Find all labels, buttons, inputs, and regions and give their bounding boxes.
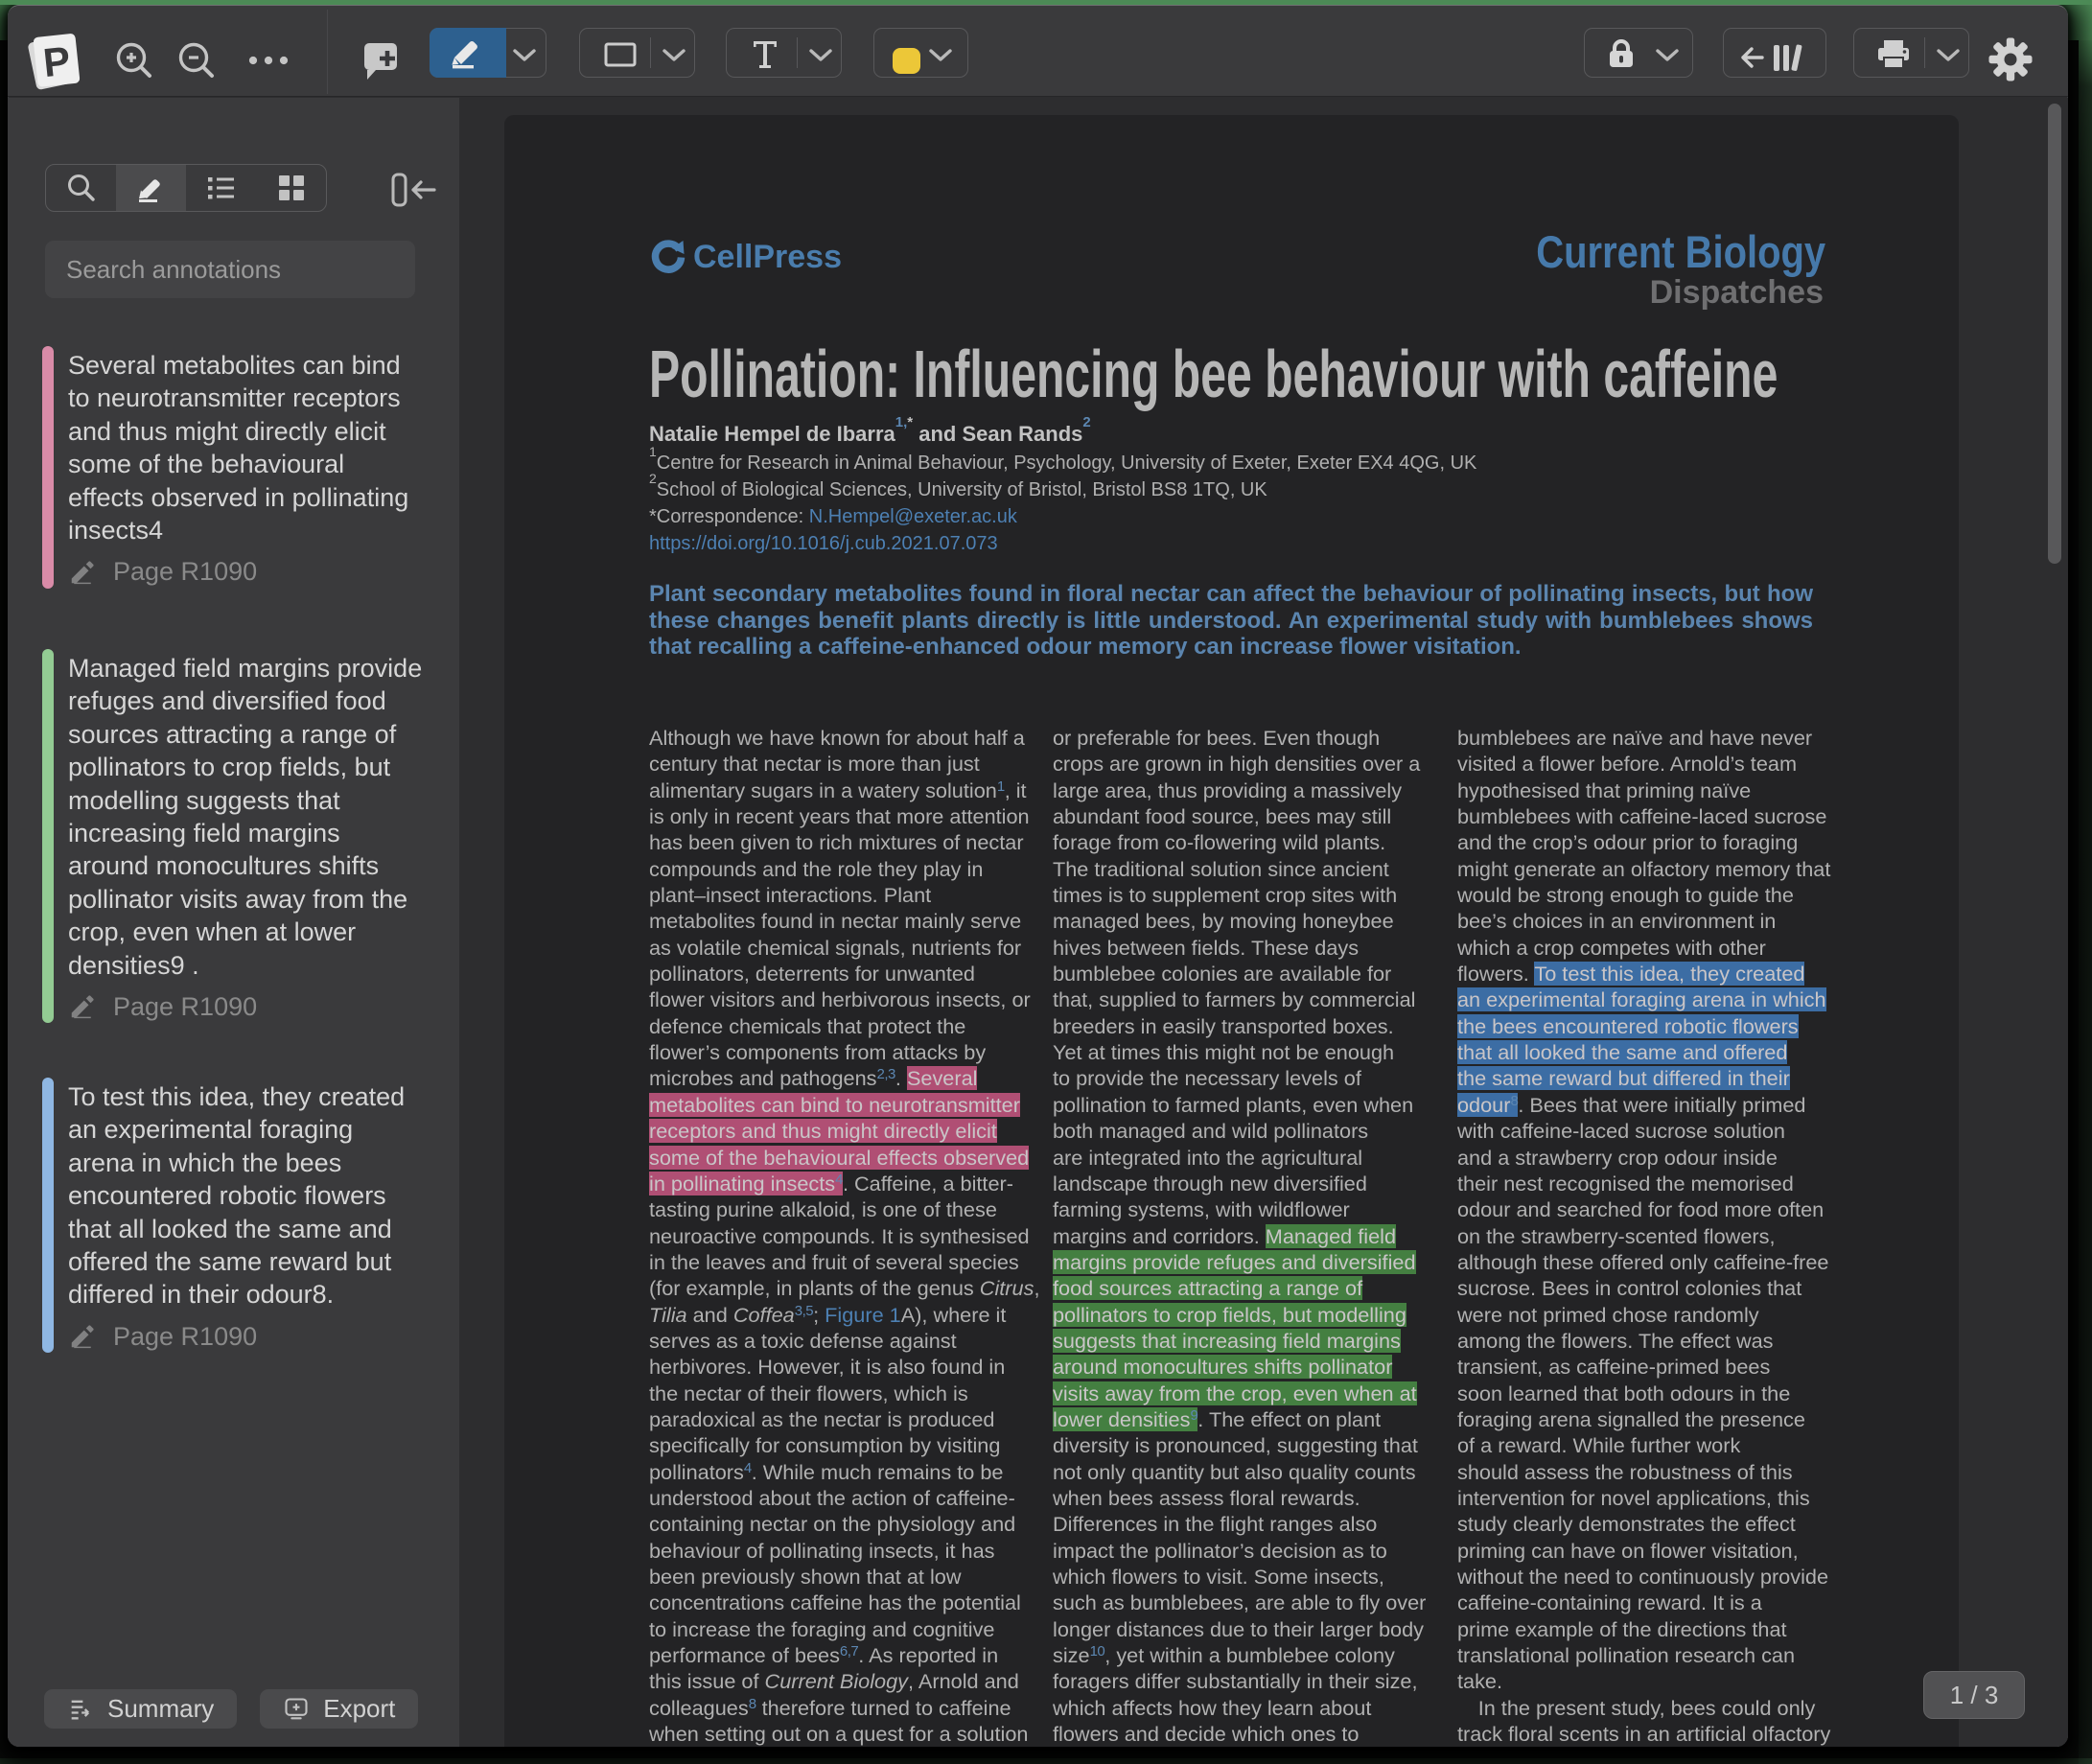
svg-text:P: P — [41, 37, 73, 85]
